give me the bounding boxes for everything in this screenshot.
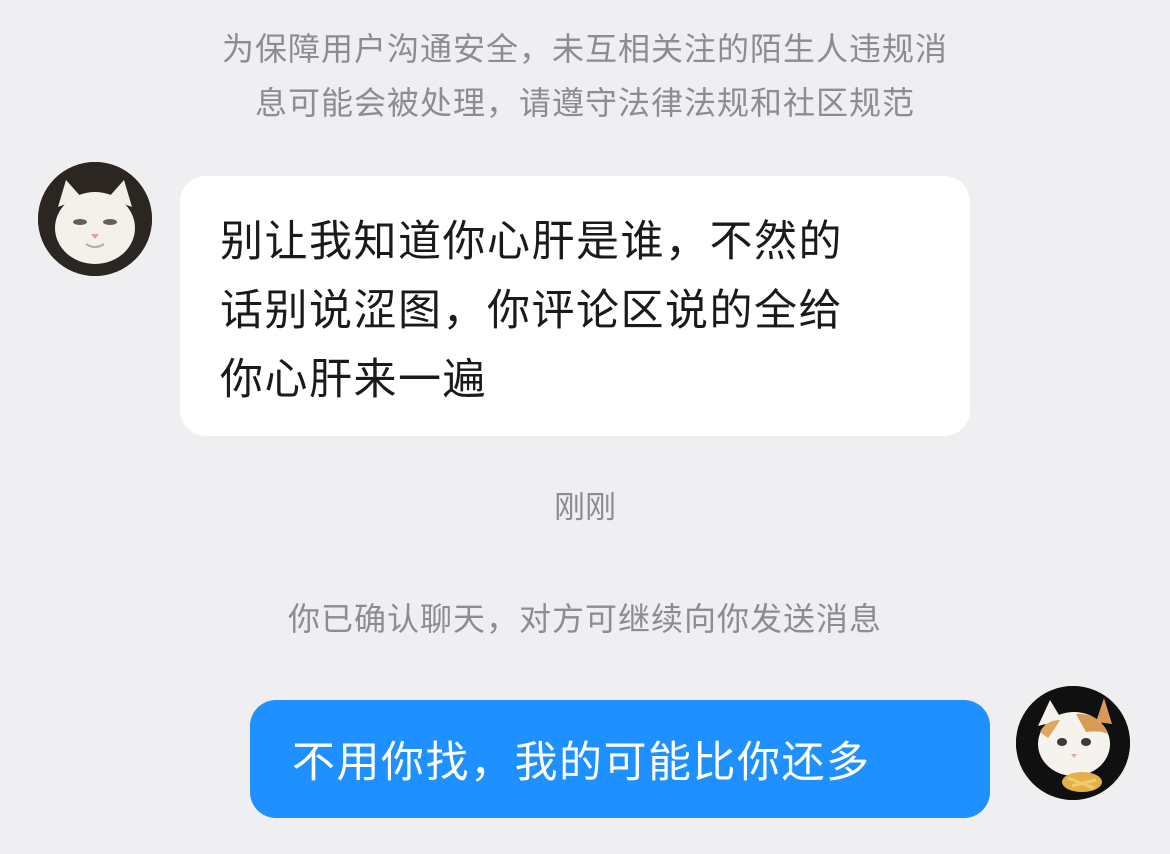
incoming-message-line-2: 话别说涩图，你评论区说的全给 [220, 286, 843, 336]
outgoing-message-bubble[interactable]: 不用你找，我的可能比你还多 [250, 700, 990, 818]
outgoing-message-text: 不用你找，我的可能比你还多 [292, 738, 871, 788]
white-cat-avatar-icon [38, 162, 152, 276]
sender-avatar[interactable] [38, 162, 152, 276]
incoming-message-line-3: 你心肝来一遍 [220, 355, 487, 405]
safety-notice: 为保障用户沟通安全，未互相关注的陌生人违规消 息可能会被处理，请遵守法律法规和社… [150, 22, 1020, 130]
safety-notice-line-1: 为保障用户沟通安全，未互相关注的陌生人违规消 [221, 30, 948, 68]
message-timestamp: 刚刚 [554, 490, 616, 526]
incoming-message-bubble[interactable]: 别让我知道你心肝是谁，不然的 话别说涩图，你评论区说的全给 你心肝来一遍 [180, 176, 970, 436]
incoming-message-line-1: 别让我知道你心肝是谁，不然的 [220, 217, 843, 267]
kitten-avatar-icon [1016, 686, 1130, 800]
system-message: 你已确认聊天，对方可继续向你发送消息 [287, 600, 882, 638]
safety-notice-line-2: 息可能会被处理，请遵守法律法规和社区规范 [254, 84, 915, 122]
my-avatar[interactable] [1016, 686, 1130, 800]
incoming-message-text: 别让我知道你心肝是谁，不然的 话别说涩图，你评论区说的全给 你心肝来一遍 [220, 208, 930, 415]
